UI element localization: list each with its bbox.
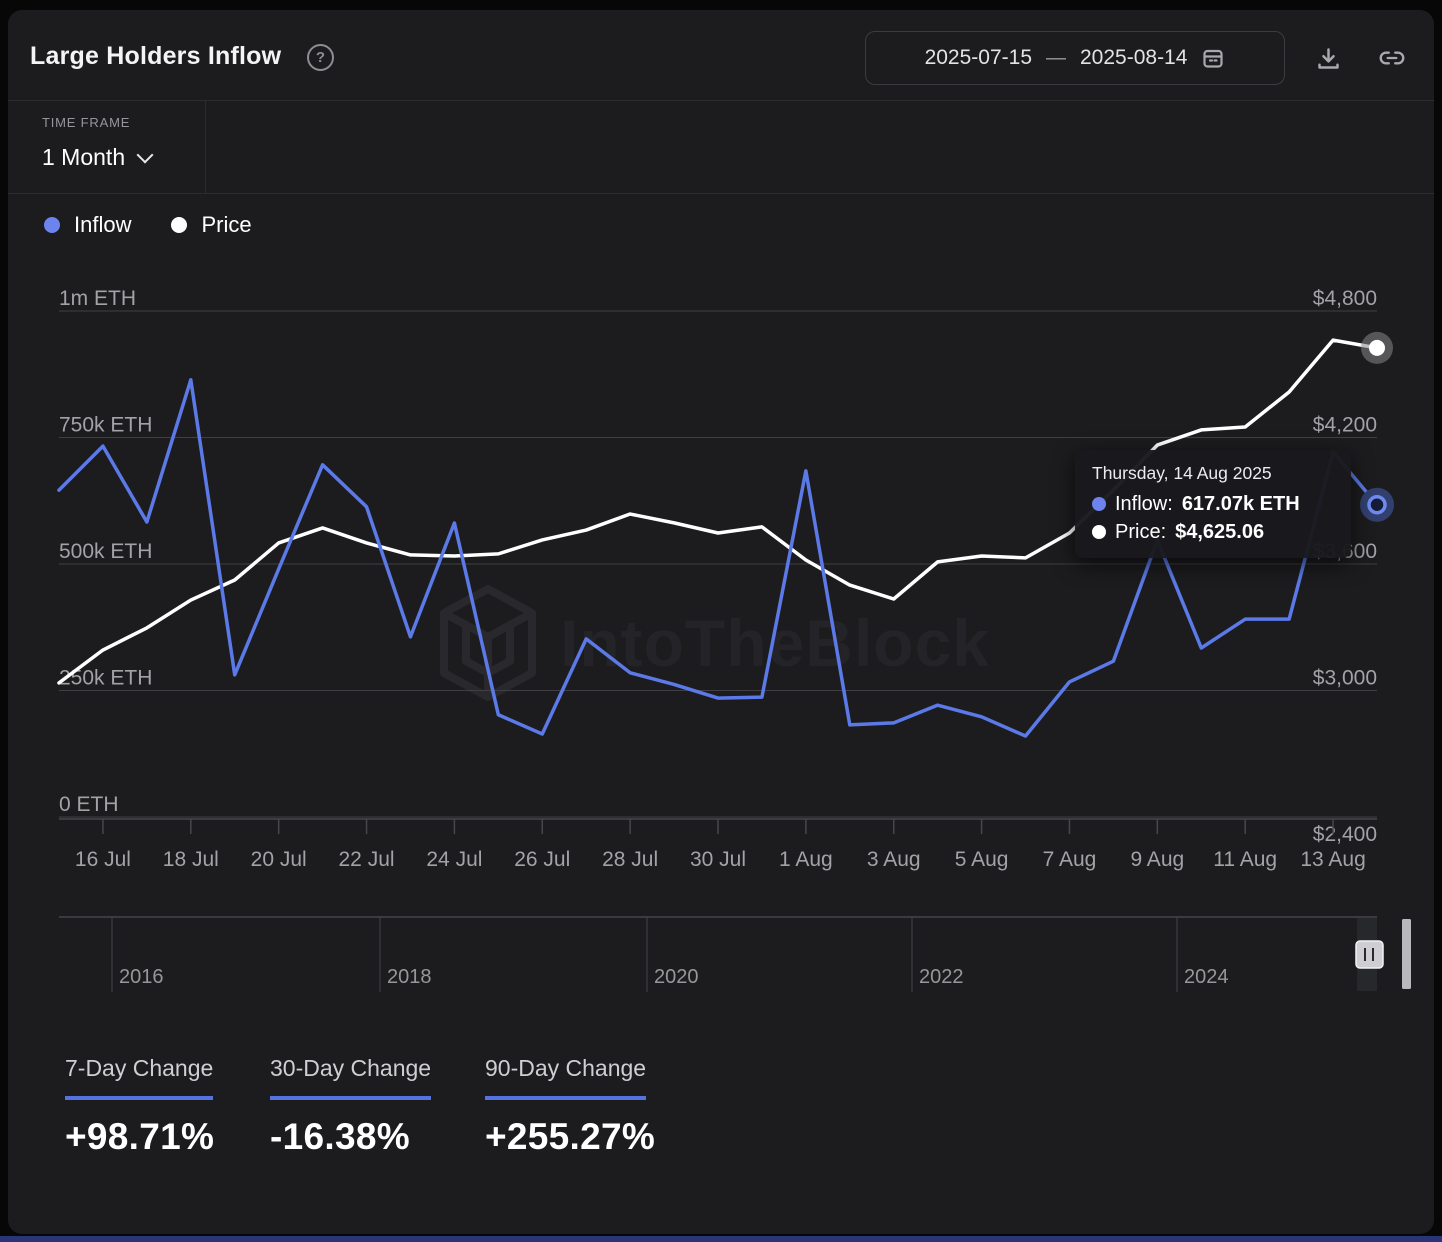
navigator-year-label: 2020	[654, 966, 699, 988]
right-axis-label: $4,800	[1313, 287, 1377, 310]
brush-handle[interactable]	[1355, 940, 1384, 969]
x-axis-label: 22 Jul	[339, 848, 395, 871]
x-axis-label: 24 Jul	[426, 848, 482, 871]
x-axis-label: 1 Aug	[779, 848, 833, 871]
x-axis-label: 28 Jul	[602, 848, 658, 871]
navigator-year-label: 2022	[919, 966, 964, 988]
inflow-marker	[1367, 495, 1387, 515]
x-axis-label: 16 Jul	[75, 848, 131, 871]
right-axis-label: $2,400	[1313, 823, 1377, 846]
navigator-year-label: 2024	[1184, 966, 1229, 988]
stat-value: +255.27%	[485, 1116, 656, 1157]
stat-value: +98.71%	[65, 1116, 215, 1157]
x-axis-label: 18 Jul	[163, 848, 219, 871]
tooltip-inflow-row: Inflow: 617.07k ETH	[1092, 490, 1351, 518]
main-chart[interactable]: 1m ETH$4,800750k ETH$4,200500k ETH$3,600…	[0, 0, 1442, 1242]
tooltip-date: Thursday, 14 Aug 2025	[1092, 463, 1272, 483]
x-axis-label: 3 Aug	[867, 848, 921, 871]
stat-90-day-change: 90-Day Change +255.27%	[485, 1054, 655, 1158]
x-axis-label: 5 Aug	[955, 848, 1009, 871]
x-axis-label: 9 Aug	[1130, 848, 1184, 871]
stat-label: 7-Day Change	[65, 1054, 214, 1100]
x-axis-label: 20 Jul	[251, 848, 307, 871]
tooltip-inflow-label: Inflow:	[1115, 493, 1173, 515]
navigator-sparkline	[59, 920, 1377, 986]
left-axis-label: 1m ETH	[59, 287, 136, 310]
chart-tooltip: Thursday, 14 Aug 2025 Inflow: 617.07k ET…	[1075, 450, 1351, 558]
x-axis-label: 26 Jul	[514, 848, 570, 871]
navigator-right-bar[interactable]	[1402, 919, 1411, 989]
stat-label: 90-Day Change	[485, 1054, 647, 1100]
stat-value: -16.38%	[270, 1116, 410, 1157]
left-axis-label: 750k ETH	[59, 414, 152, 437]
x-axis-label: 30 Jul	[690, 848, 746, 871]
price-dot-icon	[1092, 525, 1106, 539]
right-axis-label: $4,200	[1313, 414, 1377, 437]
tooltip-price-value: $4,625.06	[1175, 521, 1265, 543]
tooltip-inflow-value: 617.07k ETH	[1181, 493, 1300, 515]
left-axis-label: 250k ETH	[59, 667, 152, 690]
price-marker	[1369, 339, 1385, 356]
tooltip-price-row: Price: $4,625.06	[1092, 518, 1351, 546]
stat-30-day-change: 30-Day Change -16.38%	[270, 1054, 432, 1158]
bottom-accent-strip	[0, 1236, 1442, 1242]
x-axis-label: 13 Aug	[1300, 848, 1365, 871]
left-axis-label: 0 ETH	[59, 793, 119, 816]
x-axis-label: 7 Aug	[1043, 848, 1097, 871]
x-axis-label: 11 Aug	[1213, 848, 1277, 871]
left-axis-label: 500k ETH	[59, 540, 152, 563]
tooltip-price-label: Price:	[1115, 521, 1167, 543]
navigator-year-label: 2018	[387, 966, 432, 988]
navigator-year-label: 2016	[119, 966, 164, 988]
stat-label: 30-Day Change	[270, 1054, 432, 1100]
stat-7-day-change: 7-Day Change +98.71%	[65, 1054, 214, 1158]
inflow-dot-icon	[1092, 497, 1106, 511]
right-axis-label: $3,000	[1313, 667, 1377, 690]
